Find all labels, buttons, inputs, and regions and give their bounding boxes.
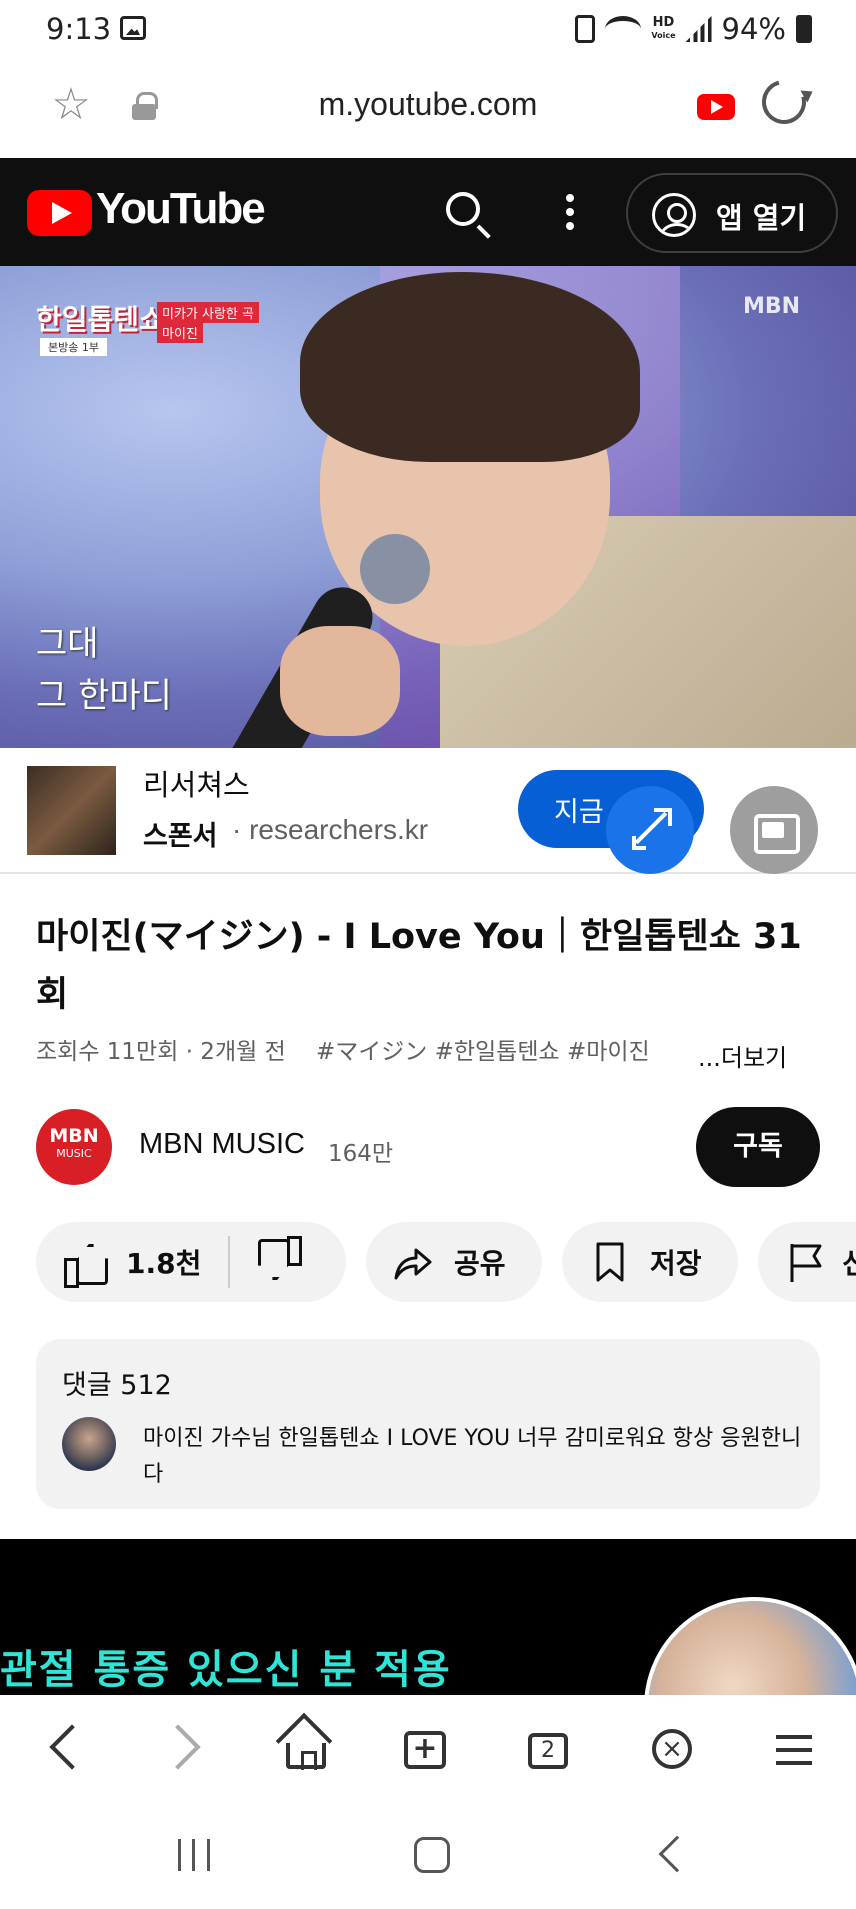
flag-icon	[784, 1240, 828, 1284]
comments-count: 댓글 512	[62, 1370, 172, 1401]
browser-url-bar: ☆ m.youtube.com	[0, 62, 856, 158]
more-button[interactable]: ...더보기	[698, 1038, 787, 1073]
action-row: 1.8천 공유 저장 신	[0, 1222, 856, 1304]
comments-card[interactable]: 댓글 512 마이진 가수님 한일톱텐쇼 I LOVE YOU 너무 감미로워요…	[36, 1339, 820, 1509]
divider	[228, 1236, 230, 1288]
save-button[interactable]: 저장	[562, 1222, 738, 1302]
subscriber-count: 164만	[328, 1141, 394, 1167]
share-label: 공유	[454, 1247, 506, 1280]
bookmark-icon	[588, 1240, 632, 1284]
browser-toolbar: + 2 ×	[0, 1695, 856, 1805]
share-button[interactable]: 공유	[366, 1222, 542, 1302]
channel-avatar[interactable]: MBN MUSIC	[36, 1109, 112, 1185]
share-icon	[390, 1240, 434, 1284]
channel-name[interactable]: MBN MUSIC	[139, 1128, 305, 1161]
sponsor-badge: 스폰서	[143, 821, 218, 852]
status-bar: 9:13 HD Voice 94%	[0, 0, 856, 62]
new-tab-icon[interactable]: +	[404, 1731, 446, 1769]
sponsor-thumbnail[interactable]	[27, 766, 116, 855]
report-button[interactable]: 신	[758, 1222, 856, 1302]
video-player[interactable]: 한일톱텐쇼 미카가 사랑한 곡 마이진 본방송 1부 MBN 그대 그 한마디	[0, 266, 856, 748]
show-logo: 한일톱텐쇼	[36, 303, 165, 336]
channel-watermark: MBN	[743, 294, 801, 319]
expand-icon[interactable]	[606, 786, 694, 874]
thumbs-down-icon[interactable]	[262, 1242, 302, 1282]
sponsor-url: · researchers.kr	[232, 814, 429, 845]
hd-voice-icon: HD Voice	[651, 14, 676, 40]
like-count[interactable]: 1.8천	[126, 1242, 201, 1282]
search-icon[interactable]	[446, 192, 480, 226]
back-icon[interactable]	[46, 1725, 76, 1769]
recents-icon[interactable]	[178, 1839, 210, 1871]
video-meta: 조회수 11만회 · 2개월 전	[36, 1039, 286, 1065]
status-time: 9:13	[46, 12, 112, 46]
commenter-avatar	[62, 1417, 116, 1471]
close-icon[interactable]: ×	[652, 1729, 692, 1769]
ad-banner[interactable]: 관절 통증 있으신 분 적용	[0, 1539, 856, 1695]
forward-icon[interactable]	[168, 1725, 198, 1769]
youtube-header: YouTube 앱 열기	[0, 158, 856, 266]
system-home-icon[interactable]	[414, 1837, 450, 1873]
lyrics-line: 그대	[36, 624, 99, 664]
nfc-icon	[575, 15, 596, 43]
youtube-logo-icon[interactable]	[27, 190, 92, 236]
lyrics-line: 그 한마디	[36, 676, 172, 716]
youtube-app-icon[interactable]	[697, 94, 735, 120]
video-hashtags[interactable]: #マイジン #한일톱텐쇼 #마이진	[316, 1032, 666, 1066]
gallery-notification-icon	[120, 16, 146, 40]
open-app-label: 앱 열기	[716, 201, 807, 235]
more-options-icon[interactable]	[566, 194, 574, 234]
lyrics-subtitle: 그대 그 한마디	[36, 618, 172, 722]
save-label: 저장	[650, 1247, 702, 1280]
open-app-button[interactable]: 앱 열기	[626, 173, 838, 253]
menu-icon[interactable]	[776, 1735, 812, 1765]
battery-percent: 94%	[721, 12, 786, 46]
show-caption-tag: 미카가 사랑한 곡	[157, 302, 259, 323]
account-icon	[652, 193, 696, 237]
singer-hand	[280, 626, 400, 736]
battery-icon	[796, 15, 812, 43]
report-label: 신	[842, 1247, 856, 1280]
subscribe-button[interactable]: 구독	[696, 1107, 820, 1187]
top-comment-text: 마이진 가수님 한일톱텐쇼 I LOVE YOU 너무 감미로워요 항상 응원한…	[143, 1426, 802, 1487]
tabs-icon[interactable]: 2	[528, 1733, 568, 1769]
wifi-icon	[605, 16, 642, 42]
broadcast-tag: 본방송 1부	[40, 338, 107, 356]
microphone-head	[360, 534, 430, 604]
sponsor-ad-row[interactable]: 리서쳐스 스폰서 · researchers.kr 지금	[0, 748, 856, 874]
video-title: 마이진(マイジン) - I Love You｜한일톱텐쇼 31회	[36, 917, 802, 1015]
home-icon[interactable]	[286, 1743, 326, 1770]
ad-text: 관절 통증 있으신 분 적용	[0, 1647, 452, 1693]
status-icons: HD Voice 94%	[575, 12, 812, 46]
system-nav-bar	[0, 1805, 856, 1909]
ad-image	[644, 1597, 856, 1695]
like-dislike-pill: 1.8천	[36, 1222, 346, 1302]
reload-icon[interactable]	[753, 71, 815, 133]
signal-icon	[685, 16, 712, 42]
sponsor-name[interactable]: 리서쳐스	[143, 762, 250, 804]
youtube-logo-text[interactable]: YouTube	[96, 184, 266, 234]
picture-in-picture-icon[interactable]	[730, 786, 818, 874]
thumbs-up-icon[interactable]	[64, 1242, 104, 1288]
system-back-icon[interactable]	[658, 1835, 696, 1873]
singer-name-tag: 마이진	[157, 322, 203, 343]
